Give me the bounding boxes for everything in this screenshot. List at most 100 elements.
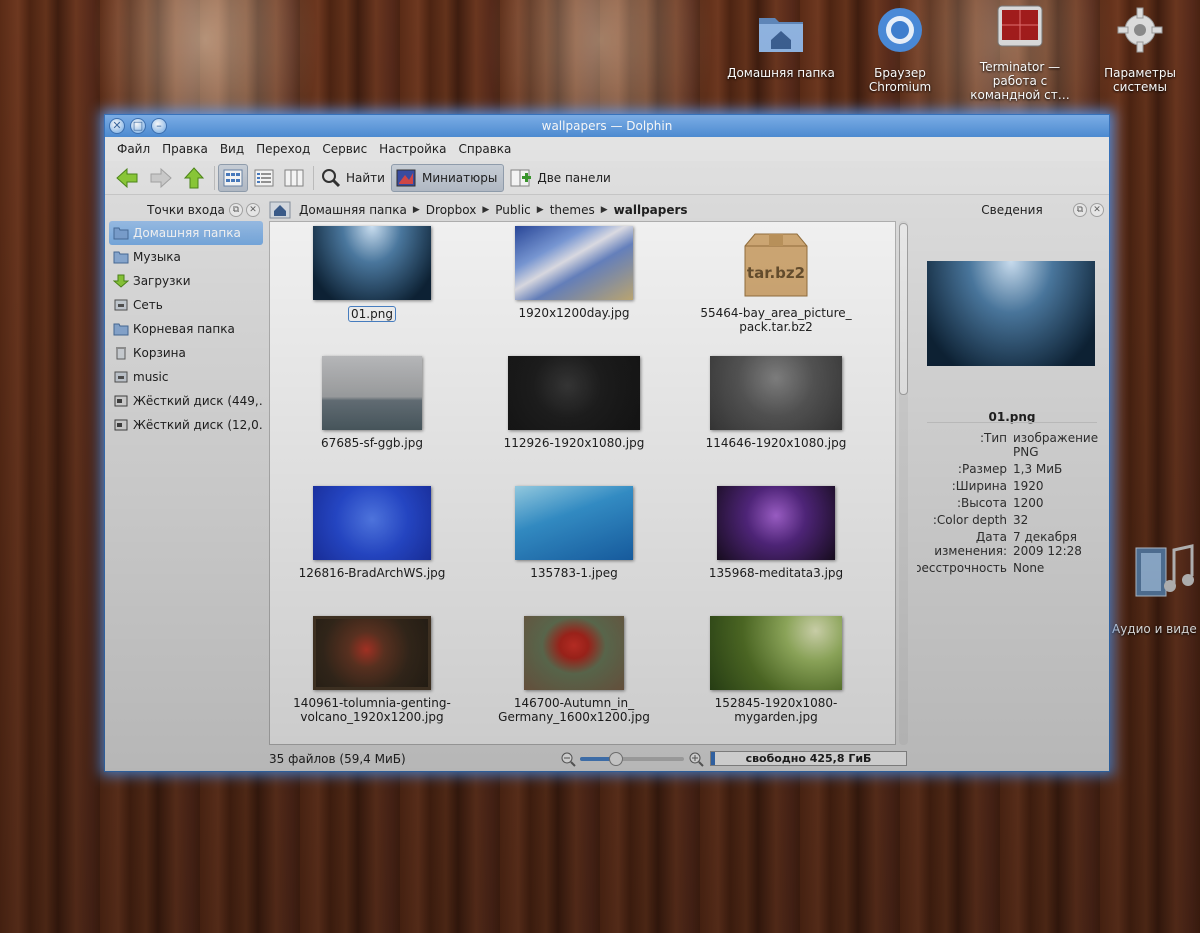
places-item-label: Музыка [133, 250, 181, 264]
music-folder-icon [113, 251, 129, 264]
menu-view[interactable]: Вид [214, 142, 250, 156]
vertical-scrollbar[interactable] [899, 221, 908, 745]
menu-edit[interactable]: Правка [156, 142, 214, 156]
file-name: 126816-BradArchWS.jpg [298, 566, 446, 580]
places-item-label: music [133, 370, 169, 384]
places-item-harddisk-2[interactable]: Жёсткий диск (12,0… [109, 413, 263, 437]
file-item[interactable]: 67685-sf-ggb.jpg [272, 356, 472, 450]
forward-button[interactable] [145, 164, 177, 192]
file-item[interactable]: 140961-tolumnia-genting-volcano_1920x120… [272, 616, 472, 724]
previews-label: Миниатюры [421, 170, 498, 185]
detach-icon[interactable]: ⧉ [229, 203, 243, 217]
menu-file[interactable]: Файл [111, 142, 156, 156]
archive-icon: tar.bz2 [739, 226, 813, 300]
file-item[interactable]: 135968-meditata3.jpg [676, 486, 876, 580]
columns-view-button[interactable] [280, 164, 308, 192]
close-icon[interactable]: ✕ [109, 118, 125, 134]
breadcrumb-item[interactable]: Домашняя папка [295, 203, 411, 217]
places-panel-header: Точки входа ⧉ ✕ [109, 199, 263, 221]
zoom-slider[interactable] [580, 752, 684, 766]
file-item[interactable]: 152845-1920x1080- mygarden.jpg [676, 616, 876, 724]
titlebar[interactable]: ✕ □ – wallpapers — Dolphin [105, 115, 1109, 137]
places-item-label: Домашняя папка [133, 226, 241, 240]
split-view-button[interactable]: Две панели [506, 164, 615, 192]
chevron-right-icon: ▶ [536, 205, 544, 215]
places-item-music-drive[interactable]: music [109, 365, 263, 389]
places-item-home[interactable]: Домашняя папка [109, 221, 263, 245]
close-icon[interactable]: ✕ [246, 203, 260, 217]
file-item[interactable]: 112926-1920x1080.jpg [474, 356, 674, 450]
file-thumbnail [508, 356, 640, 430]
places-item-label: Сеть [133, 298, 163, 312]
file-item[interactable]: 114646-1920x1080.jpg [676, 356, 876, 450]
file-thumbnail [710, 616, 842, 690]
minimize-icon[interactable]: – [151, 118, 167, 134]
up-arrow-icon [183, 166, 205, 188]
breadcrumb-item[interactable]: themes [546, 203, 599, 217]
menu-help[interactable]: Справка [453, 142, 518, 156]
file-thumbnail [515, 486, 633, 560]
breadcrumb-item[interactable]: Dropbox [422, 203, 481, 217]
file-item[interactable]: 135783-1.jpeg [474, 486, 674, 580]
home-folder-icon [755, 6, 807, 58]
back-button[interactable] [111, 164, 143, 192]
file-name: 152845-1920x1080- mygarden.jpg [714, 696, 838, 724]
file-item[interactable]: 126816-BradArchWS.jpg [272, 486, 472, 580]
window-title: wallpapers — Dolphin [541, 119, 673, 133]
zoom-slider-handle[interactable] [609, 752, 624, 766]
info-row: Ширина: 1920 [951, 479, 1044, 493]
places-item-downloads[interactable]: Загрузки [109, 269, 263, 293]
detach-icon[interactable]: ⧉ [1073, 203, 1087, 217]
icons-view-button[interactable] [218, 163, 248, 192]
places-item-network[interactable]: Сеть [109, 293, 263, 317]
info-preview [927, 261, 1095, 366]
desktop-icon-home[interactable]: Домашняя папка [726, 6, 836, 80]
places-item-music[interactable]: Музыка [109, 245, 263, 269]
file-item[interactable]: tar.bz2 55464-bay_area_picture_ pack.tar.… [676, 226, 876, 334]
menu-go[interactable]: Переход [250, 142, 316, 156]
up-button[interactable] [179, 164, 209, 192]
breadcrumb-item[interactable]: Public [491, 203, 535, 217]
breadcrumb-current[interactable]: wallpapers [610, 203, 692, 217]
places-item-root[interactable]: Корневая папка [109, 317, 263, 341]
maximize-icon[interactable]: □ [130, 118, 146, 134]
icons-view-icon [223, 169, 243, 186]
desktop-icon-settings[interactable]: Параметры системы [1085, 6, 1195, 94]
zoom-out-icon[interactable] [560, 751, 576, 770]
drive-icon [114, 371, 128, 383]
file-item[interactable]: 146700-Autumn_in_ Germany_1600x1200.jpg [474, 616, 674, 724]
dolphin-window: ✕ □ – wallpapers — Dolphin Файл Правка В… [104, 114, 1110, 772]
info-panel-header: Сведения ⧉ ✕ [917, 199, 1107, 221]
close-icon[interactable]: ✕ [1090, 203, 1104, 217]
home-icon[interactable] [269, 201, 291, 219]
places-item-label: Корзина [133, 346, 186, 360]
file-name: 112926-1920x1080.jpg [503, 436, 645, 450]
places-panel: Точки входа ⧉ ✕ Домашняя папка Музыка За… [109, 199, 263, 747]
file-item[interactable]: 01.png [272, 226, 472, 322]
scrollbar-thumb[interactable] [899, 223, 908, 395]
places-item-harddisk-1[interactable]: Жёсткий диск (449,… [109, 389, 263, 413]
zoom-in-icon[interactable] [688, 751, 704, 770]
previews-button[interactable]: Миниатюры [390, 163, 505, 192]
file-name: 114646-1920x1080.jpg [705, 436, 847, 450]
file-item[interactable]: 1920x1200day.jpg [474, 226, 674, 320]
info-row: Размер: 1,3 МиБ [957, 462, 1063, 476]
home-folder-icon [113, 227, 129, 240]
desktop-icon-terminator[interactable]: Terminator — работа с командной ст… [965, 2, 1075, 102]
terminal-icon [994, 2, 1046, 54]
folder-icon [113, 323, 129, 336]
desktop-icon-media[interactable]: Аудио и виде [1112, 544, 1200, 636]
desktop-icon-chromium[interactable]: Браузер Chromium [845, 6, 955, 94]
places-item-trash[interactable]: Корзина [109, 341, 263, 365]
file-name: 67685-sf-ggb.jpg [321, 436, 423, 450]
harddisk-icon [114, 395, 128, 407]
toolbar-separator [313, 165, 314, 190]
menu-tools[interactable]: Сервис [316, 142, 373, 156]
details-view-button[interactable] [250, 164, 278, 192]
divider [927, 422, 1097, 423]
menu-settings[interactable]: Настройка [373, 142, 452, 156]
desktop-icon-label: Домашняя папка [727, 66, 835, 80]
file-thumbnail [313, 486, 431, 560]
info-row: Тип: изображение PNG [979, 431, 1099, 459]
find-button[interactable]: Найти [317, 164, 389, 192]
